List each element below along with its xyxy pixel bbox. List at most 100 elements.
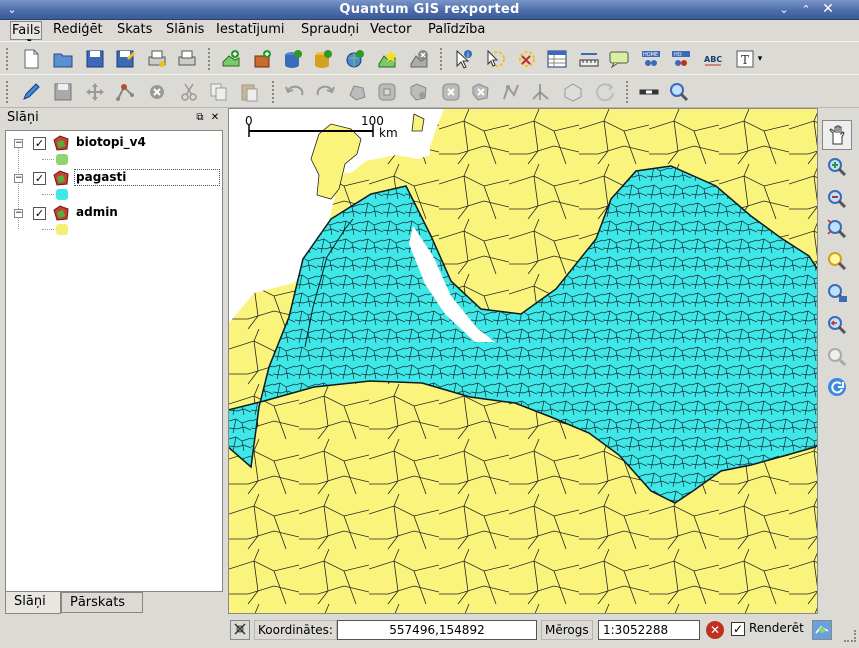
deselect-features-icon[interactable] bbox=[512, 46, 538, 72]
scale-bar-icon[interactable] bbox=[636, 79, 662, 105]
paste-features-icon[interactable] bbox=[236, 79, 262, 105]
save-edits-icon[interactable] bbox=[50, 79, 76, 105]
toolbar-grip[interactable] bbox=[6, 81, 10, 103]
save-project-icon[interactable] bbox=[82, 46, 108, 72]
coordinates-field[interactable]: 557496,154892 bbox=[337, 620, 537, 640]
menu-skats[interactable]: Skats bbox=[116, 21, 153, 40]
layer-row-biotopi[interactable]: − ✓ biotopi_v4 bbox=[6, 133, 220, 153]
redo-icon[interactable] bbox=[312, 79, 338, 105]
rotate-point-symbols-icon[interactable] bbox=[592, 79, 618, 105]
split-features-icon[interactable] bbox=[528, 79, 554, 105]
move-feature-icon[interactable] bbox=[82, 79, 108, 105]
copy-features-icon[interactable] bbox=[206, 79, 232, 105]
tab-overview[interactable]: Pārskats bbox=[61, 592, 143, 613]
merge-features-icon[interactable] bbox=[560, 79, 586, 105]
measure-line-icon[interactable] bbox=[576, 46, 602, 72]
tree-line bbox=[42, 229, 54, 230]
toolbar-grip[interactable] bbox=[272, 81, 276, 103]
svg-text:i: i bbox=[467, 51, 469, 59]
map-svg[interactable]: 0 100 km bbox=[229, 109, 818, 614]
float-panel-icon[interactable]: ⧉ bbox=[194, 111, 206, 125]
undo-icon[interactable] bbox=[282, 79, 308, 105]
toolbar-grip[interactable] bbox=[440, 48, 444, 70]
attribute-table-icon[interactable] bbox=[544, 46, 570, 72]
add-vector-layer-icon[interactable] bbox=[218, 46, 244, 72]
close-panel-icon[interactable]: ✕ bbox=[209, 111, 221, 125]
title-bar: ⌄ Quantum GIS rexported ⌄ ⌃ ✕ bbox=[0, 0, 859, 20]
layer-visibility-checkbox[interactable]: ✓ bbox=[33, 137, 46, 150]
menu-spraudni[interactable]: Spraudņi bbox=[300, 21, 360, 40]
add-spatialite-layer-icon[interactable] bbox=[310, 46, 336, 72]
toolbar-grip[interactable] bbox=[208, 48, 212, 70]
cut-features-icon[interactable] bbox=[176, 79, 202, 105]
new-vector-layer-icon[interactable] bbox=[374, 46, 400, 72]
collapse-icon[interactable]: − bbox=[14, 139, 23, 148]
labeling-icon[interactable]: ABC bbox=[700, 46, 726, 72]
toolbar-grip[interactable] bbox=[6, 48, 10, 70]
projection-icon[interactable] bbox=[812, 620, 832, 640]
render-checkbox[interactable]: ✓ bbox=[731, 622, 745, 636]
map-tips-icon[interactable] bbox=[606, 46, 632, 72]
polygon-layer-icon bbox=[53, 170, 69, 186]
add-wms-layer-icon[interactable] bbox=[342, 46, 368, 72]
toolbar-grip[interactable] bbox=[626, 81, 630, 103]
pan-icon[interactable] bbox=[822, 120, 852, 150]
close-icon[interactable]: ✕ bbox=[820, 2, 836, 17]
layer-visibility-checkbox[interactable]: ✓ bbox=[33, 172, 46, 185]
menu-rediget[interactable]: Rediģēt bbox=[52, 21, 104, 40]
layer-legend-row bbox=[6, 188, 220, 204]
map-canvas[interactable]: 0 100 km bbox=[228, 108, 818, 614]
coordinate-capture-icon[interactable] bbox=[230, 620, 250, 640]
delete-part-icon[interactable] bbox=[468, 79, 494, 105]
chevron-down-icon[interactable]: ▾ bbox=[754, 46, 766, 72]
svg-text:ABC: ABC bbox=[704, 55, 722, 64]
zoom-next-icon[interactable] bbox=[822, 342, 852, 372]
reshape-feature-icon[interactable] bbox=[498, 79, 524, 105]
menu-slanis[interactable]: Slānis bbox=[165, 21, 205, 40]
zoom-tool-icon[interactable] bbox=[666, 79, 692, 105]
refresh-icon[interactable] bbox=[822, 372, 852, 402]
zoom-to-selection-icon[interactable] bbox=[822, 246, 852, 276]
zoom-last-icon[interactable] bbox=[822, 310, 852, 340]
stop-render-icon[interactable]: ✕ bbox=[706, 621, 724, 639]
print-composer-icon[interactable] bbox=[144, 46, 170, 72]
zoom-full-icon[interactable] bbox=[822, 214, 852, 244]
add-ring-icon[interactable] bbox=[374, 79, 400, 105]
print-icon[interactable] bbox=[174, 46, 200, 72]
add-raster-layer-icon[interactable] bbox=[250, 46, 276, 72]
zoom-to-layer-icon[interactable] bbox=[822, 278, 852, 308]
add-postgis-layer-icon[interactable] bbox=[280, 46, 306, 72]
new-bookmark-icon[interactable]: HOME bbox=[638, 46, 664, 72]
new-project-icon[interactable] bbox=[18, 46, 44, 72]
add-part-icon[interactable] bbox=[406, 79, 432, 105]
delete-ring-icon[interactable] bbox=[438, 79, 464, 105]
collapse-icon[interactable]: − bbox=[14, 174, 23, 183]
identify-icon[interactable]: i bbox=[450, 46, 476, 72]
show-bookmarks-icon[interactable]: HO bbox=[668, 46, 694, 72]
minimize-icon[interactable]: ⌄ bbox=[776, 2, 792, 17]
simplify-feature-icon[interactable] bbox=[344, 79, 370, 105]
legend-symbol bbox=[56, 154, 68, 165]
legend-symbol bbox=[56, 189, 68, 200]
remove-layer-icon[interactable] bbox=[406, 46, 432, 72]
menu-vector[interactable]: Vector bbox=[369, 21, 412, 40]
tab-layers[interactable]: Slāņi bbox=[5, 592, 61, 614]
save-as-icon[interactable] bbox=[112, 46, 138, 72]
open-project-icon[interactable] bbox=[50, 46, 76, 72]
menu-iestatijumi[interactable]: Iestatījumi bbox=[215, 21, 286, 40]
select-features-icon[interactable] bbox=[482, 46, 508, 72]
layer-row-admin[interactable]: − ✓ admin bbox=[6, 203, 220, 223]
node-tool-icon[interactable] bbox=[112, 79, 138, 105]
scale-field[interactable]: 1:3052288 bbox=[598, 620, 700, 640]
layers-panel-title: Slāņi bbox=[7, 110, 39, 125]
menu-palidziba[interactable]: Palīdzība bbox=[427, 21, 486, 40]
toggle-editing-icon[interactable] bbox=[18, 79, 44, 105]
zoom-in-icon[interactable] bbox=[822, 152, 852, 182]
delete-selected-icon[interactable] bbox=[144, 79, 170, 105]
resize-grip-icon[interactable] bbox=[844, 630, 856, 642]
maximize-icon[interactable]: ⌃ bbox=[798, 2, 814, 17]
zoom-out-icon[interactable] bbox=[822, 184, 852, 214]
layer-row-pagasti[interactable]: − ✓ pagasti bbox=[6, 168, 220, 188]
layer-tree: − ✓ biotopi_v4 − ✓ pagasti − ✓ admin bbox=[5, 130, 223, 592]
layer-visibility-checkbox[interactable]: ✓ bbox=[33, 207, 46, 220]
